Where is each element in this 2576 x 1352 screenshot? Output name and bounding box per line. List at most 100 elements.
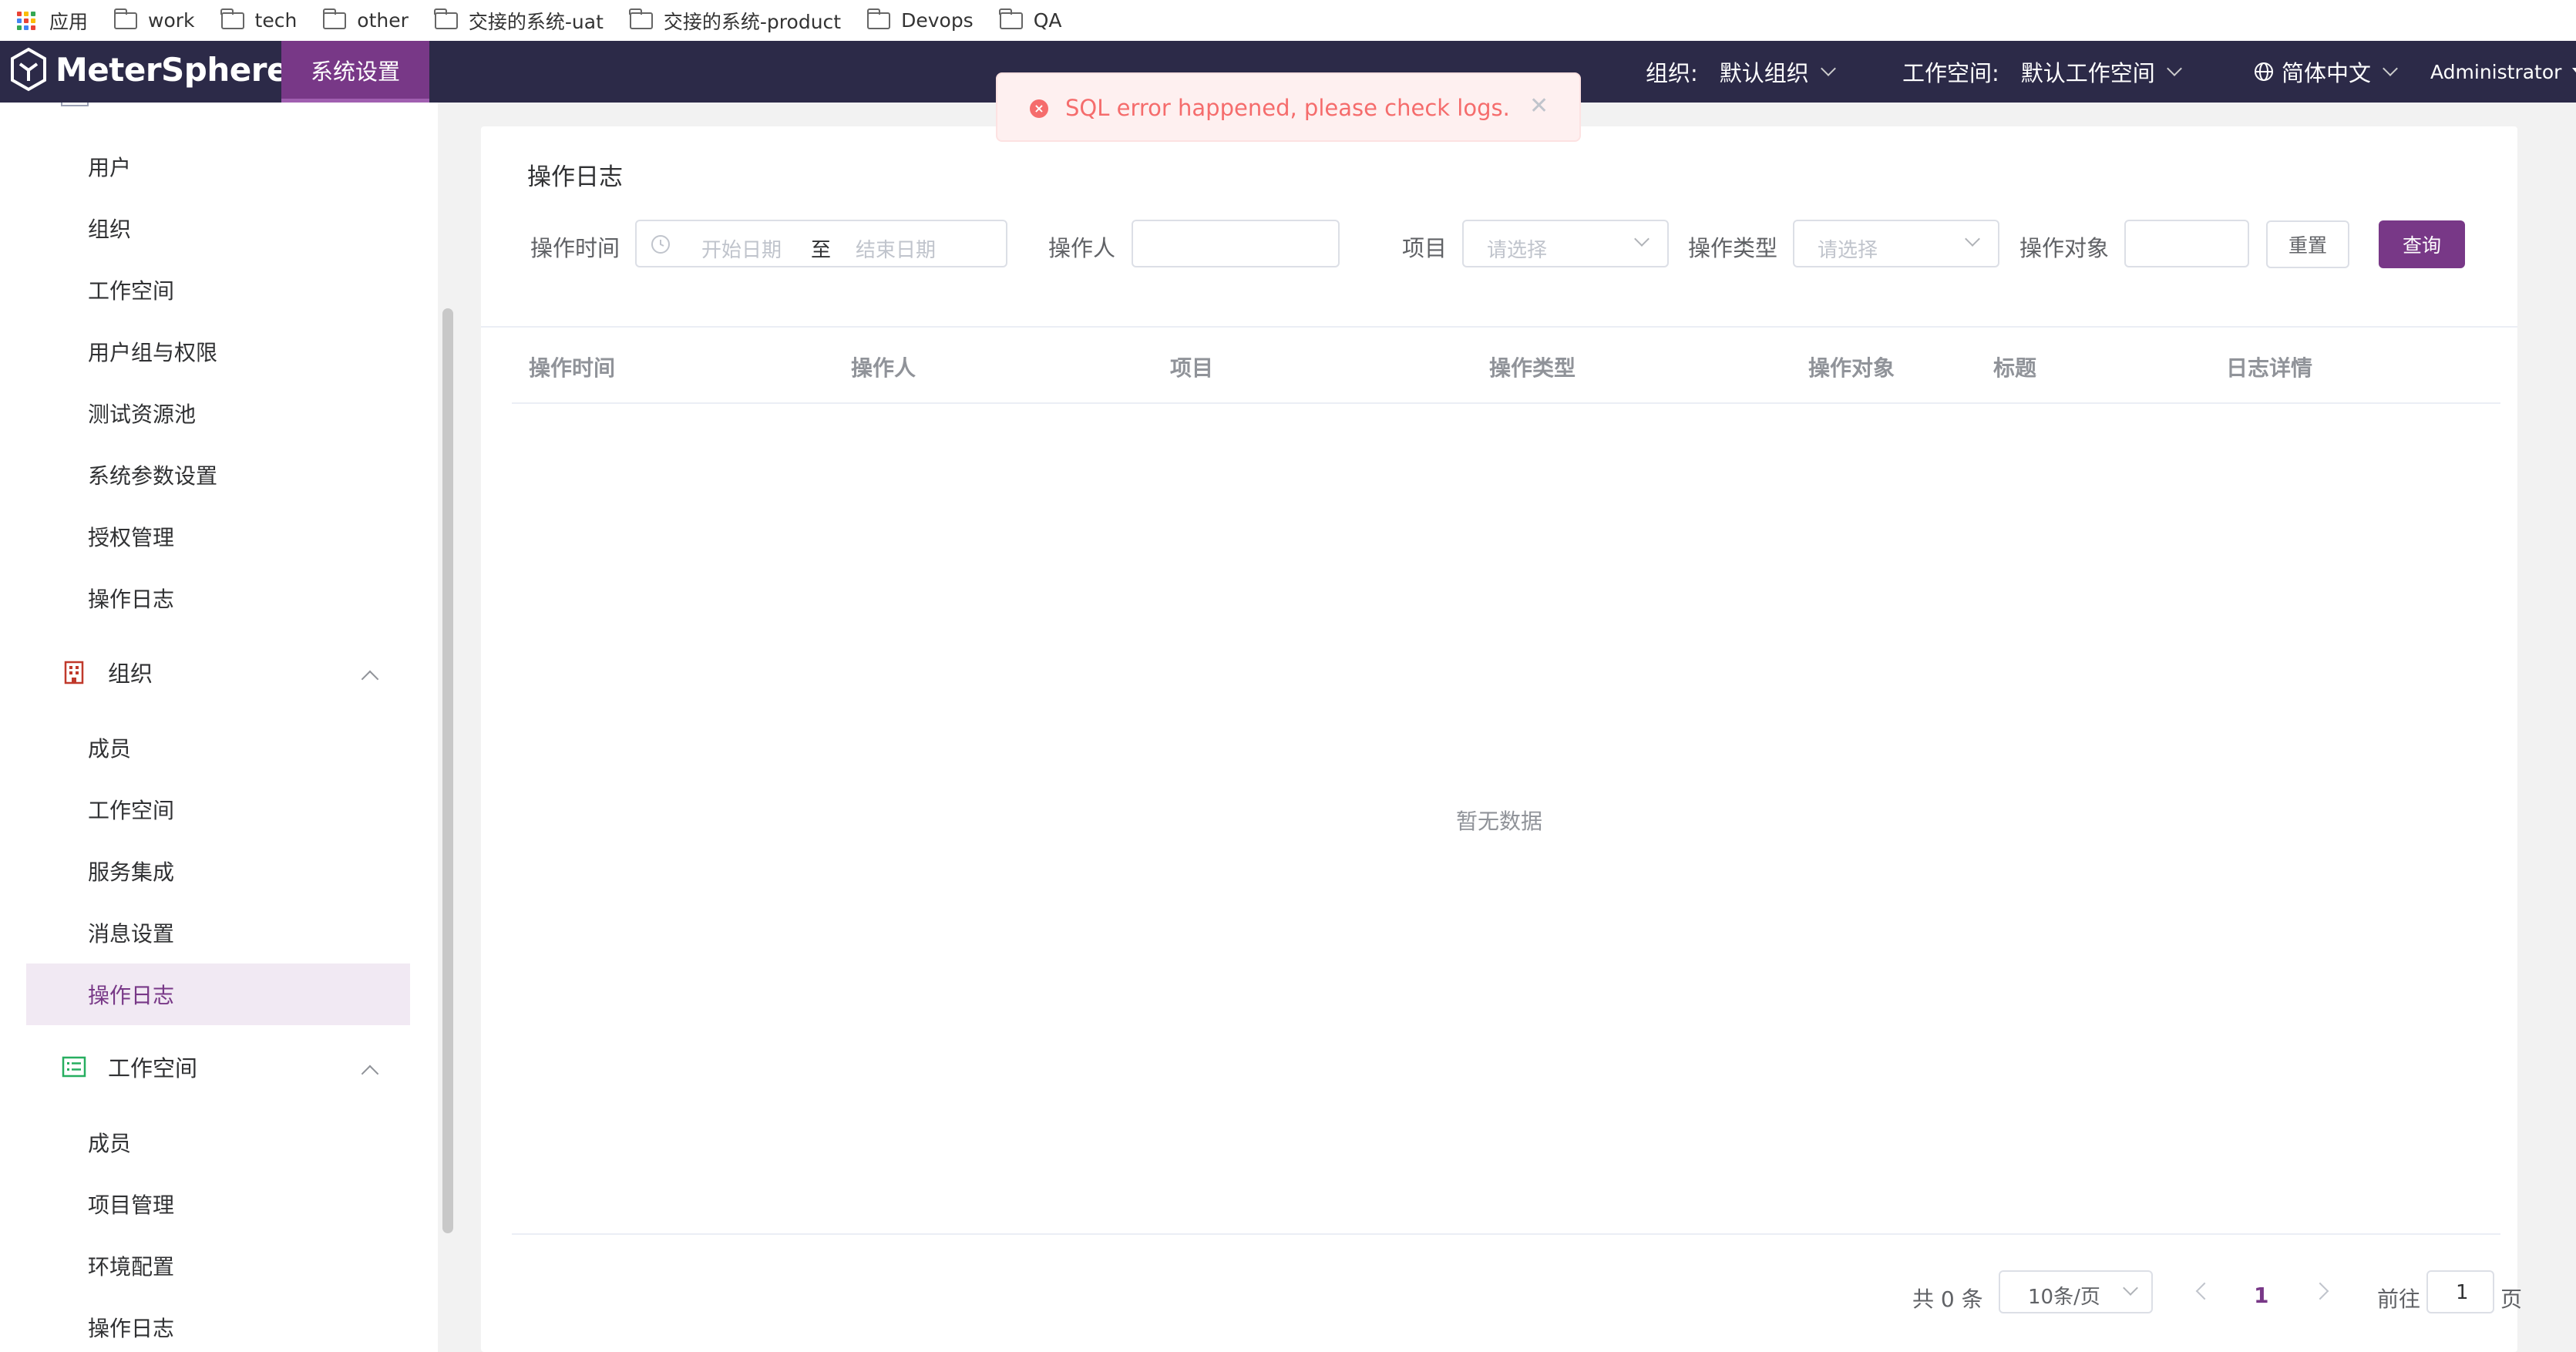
- bookmark-label: 应用: [49, 10, 89, 33]
- sidebar-item-org-workspaces[interactable]: 工作空间: [88, 794, 174, 825]
- sidebar-item-system-logs[interactable]: 操作日志: [88, 583, 174, 614]
- empty-state: 暂无数据: [1455, 809, 1542, 834]
- bookmark-label: other: [357, 9, 409, 32]
- sidebar-item-org-members[interactable]: 成员: [88, 732, 131, 763]
- column-header-object: 操作对象: [1808, 355, 1895, 381]
- project-filter-label: 项目: [1402, 235, 1448, 261]
- folder-icon: [999, 8, 1023, 29]
- sidebar-item-license[interactable]: 授权管理: [88, 521, 174, 552]
- prev-page-icon[interactable]: [2195, 1282, 2214, 1300]
- language-value: 简体中文: [2282, 60, 2372, 86]
- bookmark-label: Devops: [901, 9, 974, 32]
- bookmark-label: QA: [1033, 9, 1062, 32]
- sidebar-item-organizations[interactable]: 组织: [88, 213, 131, 244]
- table-header-border: [512, 402, 2500, 404]
- bookmark-folder[interactable]: Devops: [866, 8, 974, 32]
- error-message: SQL error happened, please check logs.: [1065, 95, 1510, 121]
- sidebar-item-system-params[interactable]: 系统参数设置: [88, 459, 217, 490]
- chevron-down-icon: [2166, 61, 2182, 76]
- language-switcher[interactable]: 简体中文: [2254, 41, 2398, 103]
- sidebar-item-message-settings[interactable]: 消息设置: [88, 917, 174, 948]
- date-range-picker[interactable]: 开始日期 至 结束日期: [635, 220, 1007, 267]
- bookmark-folder[interactable]: other: [322, 8, 409, 32]
- main-card: 操作日志 操作时间 开始日期 至 结束日期 操作人 项目 请选择 操作类型 请选…: [481, 126, 2522, 1352]
- query-button[interactable]: 查询: [2379, 220, 2465, 268]
- sidebar-group-organization[interactable]: 组织: [62, 656, 153, 688]
- sidebar-item-service-integration[interactable]: 服务集成: [88, 856, 174, 886]
- sidebar-item-org-logs[interactable]: 操作日志: [88, 979, 174, 1010]
- bookmarks-bar: 应用 work tech other 交接的系统-uat 交接的系统-produ…: [0, 0, 2576, 41]
- bookmark-label: 交接的系统-product: [663, 10, 842, 33]
- operator-filter-label: 操作人: [1048, 235, 1116, 261]
- section-divider: [481, 326, 2517, 328]
- folder-icon: [113, 8, 138, 29]
- column-header-type: 操作类型: [1489, 355, 1576, 381]
- sidebar-item-ws-logs[interactable]: 操作日志: [88, 1312, 174, 1343]
- operator-input[interactable]: [1132, 220, 1340, 267]
- next-page-icon[interactable]: [2311, 1282, 2329, 1300]
- sidebar-group-label: 组织: [108, 661, 153, 687]
- goto-page-input[interactable]: 1: [2426, 1270, 2494, 1313]
- type-select-placeholder: 请选择: [1818, 239, 1878, 262]
- bookmark-apps[interactable]: 应用: [17, 7, 88, 35]
- org-switcher[interactable]: 组织: 默认组织: [1646, 41, 1836, 103]
- folder-icon: [220, 8, 244, 29]
- sidebar-item-ws-members[interactable]: 成员: [88, 1127, 131, 1158]
- bookmark-label: work: [148, 9, 195, 32]
- close-icon[interactable]: ✕: [1529, 92, 1549, 119]
- type-select[interactable]: 请选择: [1793, 220, 1999, 267]
- goto-label: 前往: [2377, 1286, 2421, 1312]
- org-value: 默认组织: [1719, 60, 1809, 86]
- column-header-title: 标题: [1993, 355, 2037, 381]
- sidebar-item-project-management[interactable]: 项目管理: [88, 1189, 174, 1219]
- page-title: 操作日志: [527, 163, 623, 191]
- bookmark-folder[interactable]: 交接的系统-product: [629, 7, 842, 35]
- chevron-down-icon: [1965, 231, 1980, 247]
- page-size-select[interactable]: 10条/页: [1999, 1270, 2153, 1313]
- table-bottom-border: [512, 1233, 2500, 1235]
- brand-logo[interactable]: MeterSphere: [9, 47, 288, 92]
- chevron-down-icon: [1634, 231, 1650, 247]
- bookmark-label: tech: [254, 9, 298, 32]
- project-select[interactable]: 请选择: [1462, 220, 1669, 267]
- workspace-switcher[interactable]: 工作空间: 默认工作空间: [1902, 41, 2182, 103]
- current-page-number[interactable]: 1: [2254, 1283, 2268, 1308]
- sidebar-scrollbar[interactable]: [442, 308, 453, 1233]
- user-menu[interactable]: Administrator: [2430, 41, 2576, 103]
- workspace-label: 工作空间:: [1902, 60, 1999, 86]
- reset-button[interactable]: 重置: [2266, 220, 2349, 268]
- system-group-icon: [61, 103, 89, 106]
- object-input[interactable]: [2124, 220, 2249, 267]
- list-icon: [62, 1056, 86, 1078]
- bookmark-folder[interactable]: tech: [220, 8, 298, 32]
- end-date-placeholder: 结束日期: [856, 239, 937, 262]
- pagination-total: 共 0 条: [1912, 1286, 1983, 1312]
- bookmark-folder[interactable]: 交接的系统-uat: [434, 7, 604, 35]
- sidebar-item-environment-config[interactable]: 环境配置: [88, 1250, 174, 1281]
- chevron-up-icon[interactable]: [361, 670, 379, 688]
- tab-system-settings[interactable]: 系统设置: [281, 41, 429, 103]
- caret-down-icon: [2572, 67, 2576, 76]
- globe-icon: [2255, 62, 2273, 81]
- page-size-value: 10条/页: [2028, 1286, 2100, 1309]
- folder-icon: [322, 8, 347, 29]
- sidebar-item-users[interactable]: 用户: [88, 151, 131, 182]
- sidebar-group-workspace[interactable]: 工作空间: [62, 1051, 197, 1083]
- workspace-value: 默认工作空间: [2020, 60, 2155, 86]
- chevron-up-icon[interactable]: [361, 1064, 379, 1083]
- sidebar-active-highlight[interactable]: [26, 964, 410, 1025]
- date-range-separator: 至: [811, 239, 832, 262]
- sidebar-item-workspaces[interactable]: 工作空间: [88, 274, 174, 305]
- bookmark-folder[interactable]: work: [113, 8, 195, 32]
- bookmark-folder[interactable]: QA: [999, 8, 1062, 32]
- sidebar-item-user-groups[interactable]: 用户组与权限: [88, 336, 217, 367]
- object-filter-label: 操作对象: [2019, 235, 2110, 261]
- sidebar-item-resource-pool[interactable]: 测试资源池: [88, 398, 196, 429]
- column-header-operator: 操作人: [851, 355, 916, 381]
- time-filter-label: 操作时间: [530, 235, 620, 261]
- user-name: Administrator: [2430, 60, 2562, 83]
- type-filter-label: 操作类型: [1688, 235, 1778, 261]
- chevron-down-icon: [1820, 61, 1836, 76]
- clock-icon: [651, 235, 670, 254]
- error-circle-icon: ×: [1030, 99, 1048, 118]
